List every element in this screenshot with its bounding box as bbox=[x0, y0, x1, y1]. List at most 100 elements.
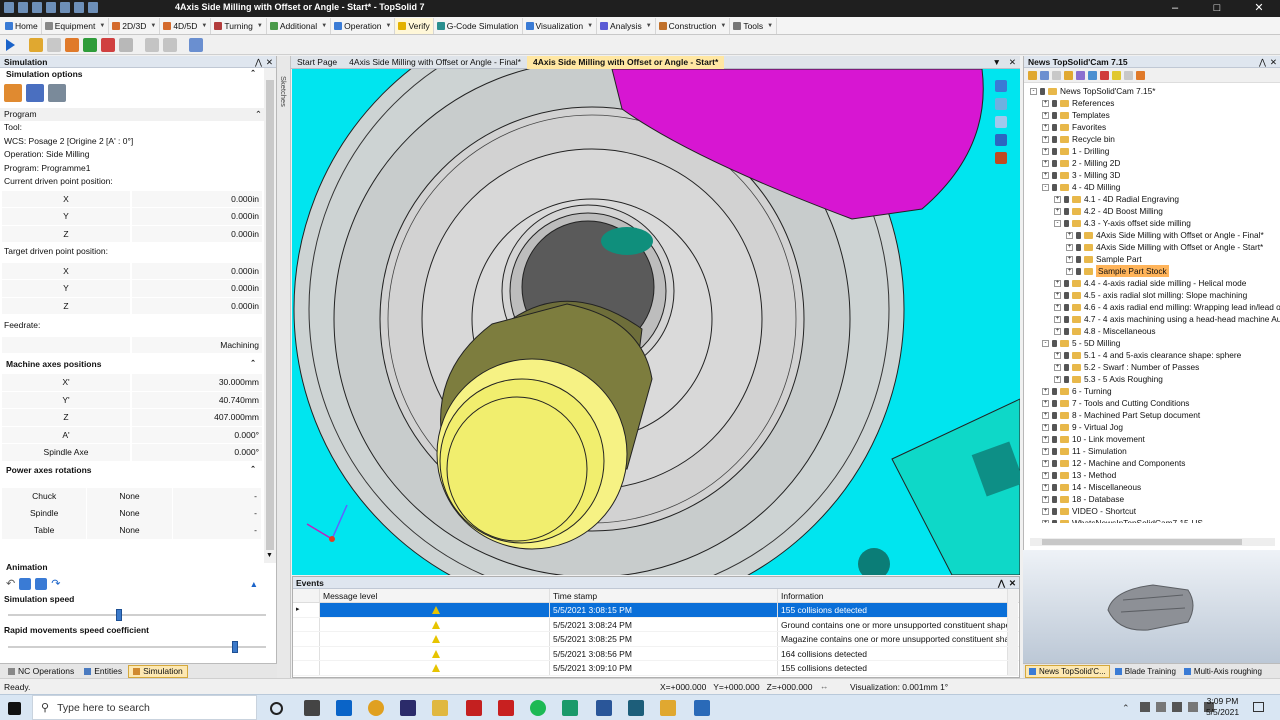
maximize-button[interactable]: □ bbox=[1196, 0, 1238, 17]
expand-icon[interactable]: + bbox=[1054, 351, 1061, 359]
part-icon[interactable] bbox=[83, 37, 97, 52]
tree-item[interactable]: +4.2 - 4D Boost Milling bbox=[1054, 205, 1163, 217]
table-row[interactable]: 5/5/2021 3:08:25 PM Magazine contains on… bbox=[293, 632, 1019, 647]
tree-item[interactable]: +5.2 - Swarf : Number of Passes bbox=[1054, 361, 1199, 373]
rewind-icon[interactable]: ↶ bbox=[6, 577, 15, 590]
tree-item[interactable]: +4.6 - 4 axis radial end milling: Wrappi… bbox=[1054, 301, 1280, 313]
tree-item[interactable]: - 5 - 5D Milling bbox=[1042, 337, 1120, 349]
expand-icon[interactable]: + bbox=[1066, 267, 1073, 275]
rapid-speed-slider[interactable] bbox=[0, 638, 266, 656]
expand-icon[interactable]: + bbox=[1042, 447, 1049, 455]
expand-icon[interactable]: + bbox=[1042, 411, 1049, 419]
chevron-up-icon[interactable]: ⌃ bbox=[255, 108, 262, 120]
expand-icon[interactable]: + bbox=[1042, 159, 1049, 167]
menu-4d5d[interactable]: 4D/5D ▼ bbox=[160, 17, 212, 34]
menu-analysis[interactable]: Analysis ▼ bbox=[597, 17, 656, 34]
machine-icon[interactable] bbox=[65, 37, 79, 52]
view-cube-icon[interactable] bbox=[995, 134, 1007, 146]
simulation-speed-slider[interactable] bbox=[0, 606, 266, 624]
tree-item[interactable]: + Recycle bin bbox=[1042, 133, 1115, 145]
stock-icon[interactable] bbox=[47, 37, 61, 52]
delete-icon[interactable] bbox=[1100, 70, 1109, 80]
collapse-icon[interactable] bbox=[1124, 70, 1133, 80]
tab-nc-operations[interactable]: NC Operations bbox=[4, 665, 78, 678]
tree-item[interactable]: + Sample Part Stock bbox=[1066, 265, 1169, 277]
tree-item[interactable]: + Favorites bbox=[1042, 121, 1106, 133]
expand-icon[interactable]: + bbox=[1054, 315, 1061, 323]
save-icon[interactable] bbox=[4, 2, 14, 13]
expand-icon[interactable]: + bbox=[1042, 471, 1049, 479]
simulate-icon[interactable] bbox=[29, 37, 43, 52]
tree-item[interactable]: +1 - Drilling bbox=[1042, 145, 1109, 157]
save-all-icon[interactable] bbox=[18, 2, 28, 13]
collapse-icon[interactable]: ▲ bbox=[250, 579, 258, 589]
clock[interactable]: 3:09 PM 5/5/2021 bbox=[1200, 696, 1245, 718]
tree-item[interactable]: +12 - Machine and Components bbox=[1042, 457, 1185, 469]
close-icon[interactable]: ✕ bbox=[266, 56, 273, 68]
tree-item[interactable]: +6 - Turning bbox=[1042, 385, 1112, 397]
sort-icon[interactable] bbox=[1076, 70, 1085, 80]
forward-icon[interactable]: ↷ bbox=[51, 577, 60, 590]
chevron-up-icon[interactable]: ⌃ bbox=[250, 358, 256, 370]
undo-icon[interactable] bbox=[60, 2, 70, 13]
outlook-icon[interactable] bbox=[336, 700, 352, 716]
expand-icon[interactable]: + bbox=[1054, 195, 1061, 203]
tree-item[interactable]: - 4.3 - Y-axis offset side milling bbox=[1054, 217, 1191, 229]
tree-item[interactable]: +14 - Miscellaneous bbox=[1042, 481, 1141, 493]
report-icon[interactable] bbox=[189, 37, 203, 52]
topsolid-icon[interactable] bbox=[660, 700, 676, 716]
column-time-stamp[interactable]: Time stamp bbox=[550, 589, 778, 602]
tree-item[interactable]: +3 - Milling 3D bbox=[1042, 169, 1120, 181]
expand-icon[interactable]: + bbox=[1042, 519, 1049, 523]
play-icon[interactable] bbox=[6, 38, 15, 51]
scrollbar-thumb[interactable] bbox=[1042, 539, 1242, 545]
app-s-icon[interactable] bbox=[694, 700, 710, 716]
column-information[interactable]: Information bbox=[778, 589, 1008, 602]
power-axes-section[interactable]: Power axes rotations ⌃ bbox=[0, 464, 276, 476]
tab-news-topsolidcam[interactable]: News TopSolid'C... bbox=[1025, 664, 1110, 678]
tab-entities[interactable]: Entities bbox=[80, 665, 126, 678]
expand-icon[interactable]: + bbox=[1042, 483, 1049, 491]
tree-item[interactable]: +5.3 - 5 Axis Roughing bbox=[1054, 373, 1163, 385]
tab-blade-training[interactable]: Blade Training bbox=[1112, 665, 1179, 678]
scrollbar[interactable] bbox=[1008, 590, 1018, 676]
tab-final-document[interactable]: 4Axis Side Milling with Offset or Angle … bbox=[343, 56, 527, 69]
cortana-icon[interactable] bbox=[270, 702, 283, 715]
taskbar-search-box[interactable]: ⚲ Type here to search bbox=[32, 695, 257, 720]
redo-icon[interactable] bbox=[74, 2, 84, 13]
expand-icon[interactable]: + bbox=[1054, 327, 1061, 335]
simulation-scene[interactable] bbox=[292, 69, 1020, 575]
menu-home[interactable]: Home bbox=[2, 17, 42, 34]
menu-visualization[interactable]: Visualization ▼ bbox=[523, 17, 598, 34]
tree-item[interactable]: + WhatsNewsInTopSolidCam7.15-US bbox=[1042, 517, 1203, 523]
collision-icon[interactable] bbox=[101, 37, 115, 52]
side-strip[interactable]: Sketches bbox=[277, 56, 291, 678]
tree-item[interactable]: +4Axis Side Milling with Offset or Angle… bbox=[1066, 241, 1263, 253]
zoom-icon[interactable] bbox=[995, 116, 1007, 128]
expand-icon[interactable]: + bbox=[1066, 243, 1073, 251]
pause-icon[interactable] bbox=[35, 577, 48, 590]
tree-horizontal-scrollbar[interactable] bbox=[1030, 538, 1275, 546]
pin-icon[interactable]: ⋀ bbox=[255, 56, 262, 68]
slider-thumb[interactable] bbox=[232, 640, 239, 653]
visualization-precision[interactable]: Visualization: 0.001mm 1° bbox=[850, 682, 948, 692]
collapse-icon[interactable]: - bbox=[1054, 219, 1061, 227]
section-icon[interactable] bbox=[995, 152, 1007, 164]
expand-icon[interactable]: + bbox=[1054, 375, 1061, 383]
expand-icon[interactable]: + bbox=[1042, 123, 1049, 131]
folder-icon[interactable] bbox=[1064, 70, 1073, 80]
expand-icon[interactable]: + bbox=[1042, 423, 1049, 431]
3d-viewport[interactable] bbox=[292, 69, 1020, 575]
filter-icon[interactable] bbox=[1052, 70, 1061, 80]
export-icon[interactable] bbox=[1136, 70, 1145, 80]
tree-item[interactable]: +4Axis Side Milling with Offset or Angle… bbox=[1066, 229, 1264, 241]
close-icon[interactable]: ✕ bbox=[1270, 56, 1277, 68]
tree-item[interactable]: +5.1 - 4 and 5-axis clearance shape: sph… bbox=[1054, 349, 1241, 361]
spotify-icon[interactable] bbox=[530, 700, 546, 716]
expand-icon[interactable]: + bbox=[1042, 111, 1049, 119]
network-icon[interactable] bbox=[1172, 702, 1182, 712]
expand-icon[interactable]: + bbox=[1042, 495, 1049, 503]
tree-item[interactable]: - News TopSolid'Cam 7.15* bbox=[1030, 85, 1156, 97]
expand-icon[interactable]: + bbox=[1042, 135, 1049, 143]
expand-icon[interactable]: + bbox=[1042, 507, 1049, 515]
